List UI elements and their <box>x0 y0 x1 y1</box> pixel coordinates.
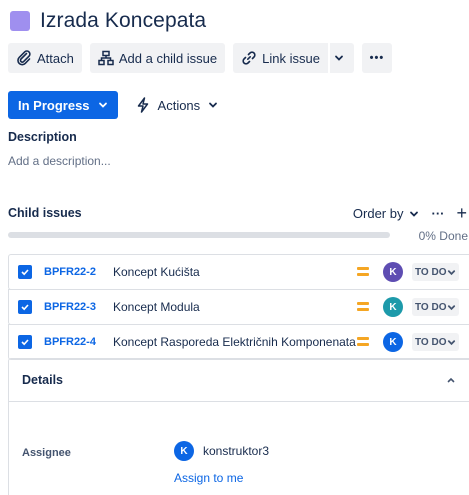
details-heading: Details <box>22 373 63 387</box>
link-issue-button[interactable]: Link issue <box>233 43 328 73</box>
more-actions-button[interactable]: ••• <box>361 43 392 73</box>
issue-title[interactable]: Izrada Koncepata <box>40 9 206 33</box>
avatar[interactable]: K <box>383 297 403 317</box>
priority-medium-icon <box>357 337 369 347</box>
chevron-down-icon[interactable] <box>409 209 419 219</box>
assignee-label: Assignee <box>22 447 71 459</box>
child-issues-more-button[interactable]: ··· <box>431 206 444 221</box>
child-issue-key[interactable]: BPFR22-2 <box>44 266 106 278</box>
hierarchy-icon <box>98 50 114 66</box>
child-issue-row[interactable]: BPFR22-2 Koncept Kućišta K TO DO <box>8 254 469 290</box>
link-icon <box>242 51 256 65</box>
link-issue-dropdown-button[interactable] <box>329 43 354 73</box>
status-dropdown[interactable]: TO DO <box>412 298 460 316</box>
status-dropdown[interactable]: TO DO <box>412 263 460 281</box>
status-label: In Progress <box>18 97 90 113</box>
add-child-label: Add a child issue <box>118 50 218 66</box>
checkbox-icon <box>18 265 32 279</box>
lightning-icon <box>137 97 148 113</box>
priority-medium-icon <box>357 302 369 312</box>
child-issue-row[interactable]: BPFR22-4 Koncept Rasporeda Električnih K… <box>8 324 469 360</box>
priority-medium-icon <box>357 267 369 277</box>
issue-toolbar: Attach Add a child issue Link issue ••• <box>8 43 400 73</box>
checkbox-icon <box>18 300 32 314</box>
chevron-down-icon <box>98 102 107 108</box>
child-issue-row[interactable]: BPFR22-3 Koncept Modula K TO DO <box>8 289 469 325</box>
details-header[interactable]: Details <box>9 359 469 402</box>
avatar[interactable]: K <box>383 332 403 352</box>
attach-label: Attach <box>37 50 74 66</box>
chevron-up-icon[interactable] <box>446 375 456 385</box>
child-issue-summary[interactable]: Koncept Modula <box>113 300 357 314</box>
issue-header: Izrada Koncepata <box>8 8 206 34</box>
avatar: K <box>174 441 194 461</box>
paperclip-icon <box>17 50 31 66</box>
chevron-down-icon <box>335 55 344 61</box>
child-issue-summary[interactable]: Koncept Rasporeda Električnih Komponenat… <box>113 335 357 349</box>
avatar[interactable]: K <box>383 262 403 282</box>
status-dropdown[interactable]: TO DO <box>412 333 460 351</box>
add-child-issue-button[interactable]: Add a child issue <box>89 43 226 73</box>
actions-label: Actions <box>157 97 201 113</box>
chevron-down-icon <box>448 269 456 275</box>
more-dots-icon: ••• <box>369 52 385 64</box>
story-square-icon <box>10 11 30 31</box>
details-panel: Details Assignee K konstruktor3 Assign t… <box>8 358 469 495</box>
attach-button[interactable]: Attach <box>8 43 82 73</box>
child-issue-key[interactable]: BPFR22-3 <box>44 301 106 313</box>
assign-to-me-link[interactable]: Assign to me <box>174 471 243 485</box>
child-issues-controls: Order by ··· + <box>353 203 467 224</box>
checkbox-icon <box>18 335 32 349</box>
status-label: TO DO <box>415 266 447 278</box>
chevron-down-icon <box>448 304 456 310</box>
child-issues-progress-bar <box>8 232 390 238</box>
description-input[interactable]: Add a description... <box>8 154 111 168</box>
status-dropdown-button[interactable]: In Progress <box>8 91 118 119</box>
add-child-plus-button[interactable]: + <box>456 203 467 224</box>
order-by-button[interactable]: Order by <box>353 206 404 221</box>
status-label: TO DO <box>415 301 447 313</box>
child-issue-key[interactable]: BPFR22-4 <box>44 336 106 348</box>
assignee-name: konstruktor3 <box>203 444 270 458</box>
actions-button[interactable]: Actions <box>136 91 219 119</box>
chevron-down-icon <box>448 339 456 345</box>
chevron-down-icon <box>209 102 218 108</box>
progress-label: 0% Done <box>418 229 468 243</box>
status-row: In Progress Actions <box>8 91 218 119</box>
status-label: TO DO <box>415 336 447 348</box>
description-heading: Description <box>8 130 77 144</box>
assignee-field[interactable]: K konstruktor3 <box>174 441 269 461</box>
child-issue-summary[interactable]: Koncept Kućišta <box>113 265 357 279</box>
link-issue-label: Link issue <box>262 50 320 66</box>
child-issues-heading: Child issues <box>8 206 82 220</box>
child-issues-list: BPFR22-2 Koncept Kućišta K TO DO BPFR22-… <box>8 254 469 360</box>
